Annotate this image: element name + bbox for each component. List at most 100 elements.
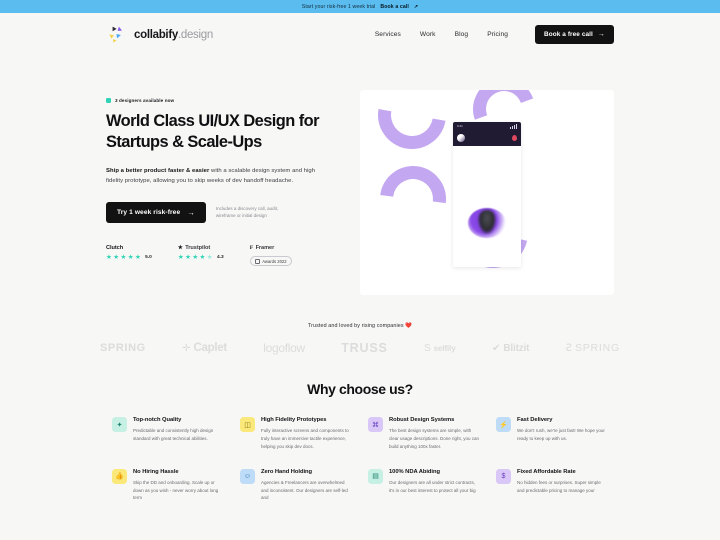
client-logo-spring-2: Ꙅ SPRING [566,342,620,354]
rating-clutch-name: Clutch [106,244,124,251]
rating-framer-label: Framer [255,244,275,251]
feature-card: ✦ Top-notch Quality Predictable and cons… [112,417,224,451]
framer-icon: F [249,244,254,251]
rating-clutch-stars: ★ ★ ★ ★ ★ 5.0 [106,253,152,261]
features-grid: ✦ Top-notch Quality Predictable and cons… [0,417,720,502]
star-icon: ★ [185,253,191,261]
hero-cta-label: Try 1 week risk-free [117,208,181,216]
feature-body: We don't rush, we're just fast! We hope … [517,428,605,442]
client-logo-blitzit-label: Blitzit [503,342,530,354]
main-navigation: Services Work Blog Pricing Book a free c… [375,25,614,44]
star-half-icon: ★ [206,253,213,261]
award-icon [254,258,260,264]
client-logo-truss: TRUSS [341,341,388,355]
feature-body: The best design systems are simple, with… [389,428,480,449]
client-logos-row: SPRING ✛ Caplet logoflow TRUSS S selfily… [0,341,720,355]
availability-badge-label: 3 designers available now [115,98,175,103]
phone-mockup: 9:41 [453,122,521,267]
trusted-by-caption: Trusted and loved by rising companies ❤️ [307,323,413,329]
why-choose-us-title: Why choose us? [307,381,413,397]
feature-body: Predictable and consistently high design… [133,428,214,442]
feature-title: 100% NDA Abiding [389,468,440,475]
hero-title: World Class UI/UX Design for Startups & … [106,112,319,152]
brand-logo[interactable]: collabify.design [106,24,213,46]
selfily-glyph-icon: S [423,342,431,354]
client-logo-selfily-label: selfily [433,343,456,353]
feature-body: Our designers are all under strict contr… [389,479,476,493]
figure-silhouette-graphic [478,210,496,234]
phone-header: 9:41 [453,122,521,146]
rating-trustpilot-stars: ★ ★ ★ ★ ★ 4.3 [177,253,224,261]
rating-trustpilot-label: Trustpilot [185,244,211,251]
nav-item-pricing[interactable]: Pricing [487,31,508,38]
lightning-bolt-icon: ⚡ [496,417,511,432]
phone-status-bar: 9:41 [453,122,521,130]
brand-name: collabify.design [134,29,213,41]
book-a-free-call-label: Book a free call [544,31,593,38]
phone-signal-icon [510,123,517,129]
hero-visual: 9:41 [360,90,614,295]
feature-card: ⌘ Robust Design Systems The best design … [368,417,480,451]
nav-item-services[interactable]: Services [375,31,401,38]
feature-body: No hidden fees or surprises. Super simpl… [517,479,601,493]
framer-award-badge: Awards 2022 [249,256,292,266]
blitzit-check-icon: ✔ [492,342,501,354]
try-1-week-risk-free-button[interactable]: Try 1 week risk-free → [106,201,206,223]
thumbs-up-icon: 👍 [112,468,127,484]
arrow-right-icon: → [187,207,195,217]
feature-card: ◫ High Fidelity Prototypes Fully interac… [240,417,352,451]
rating-clutch[interactable]: Clutch ★ ★ ★ ★ ★ 5.0 [106,245,152,261]
nav-item-blog[interactable]: Blog [455,31,469,38]
location-pin-icon [512,135,517,141]
feature-card: ⚡ Fast Delivery We don't rush, we're jus… [496,417,608,451]
client-logo-caplet: ✛ Caplet [182,342,227,354]
document-icon: ▤ [368,468,383,484]
book-a-free-call-button[interactable]: Book a free call → [535,25,614,44]
feature-title: Fixed Affordable Rate [517,468,576,475]
smiley-face-icon: ☺ [240,468,255,484]
client-logo-logoflow: logoflow [263,341,305,355]
star-icon: ★ [177,253,184,261]
announcement-book-a-call-link[interactable]: Book a call [380,4,409,10]
star-icon: ★ [192,253,199,261]
feature-title: Top-notch Quality [133,417,182,423]
phone-clock: 9:41 [457,124,463,128]
component-icon: ◫ [240,417,255,432]
feature-card: ☺ Zero Hand Holding Agencies & Freelance… [240,468,352,503]
hero-cta-row: Try 1 week risk-free → Includes a discov… [106,201,338,223]
client-logo-caplet-label: Caplet [193,342,228,354]
hero-subtitle: Ship a better product faster & easier wi… [106,167,324,187]
nav-item-work[interactable]: Work [420,31,436,38]
hero-cta-note: Includes a discovery call, audit, wirefr… [215,205,279,218]
star-icon: ★ [120,253,127,261]
feature-card: 👍 No Hiring Hassle Skip the DD and onboa… [112,468,224,503]
feature-title: Fast Delivery [517,417,553,423]
availability-badge: 3 designers available now [106,98,174,103]
spring-glyph-icon: Ꙅ [565,342,572,354]
rating-framer[interactable]: F Framer Awards 2022 [249,244,292,269]
client-logo-blitzit: ✔ Blitzit [492,343,529,354]
decorative-squiggle-icon [364,90,460,163]
rating-trustpilot[interactable]: ★ Trustpilot ★ ★ ★ ★ ★ 4.3 [178,245,224,261]
star-icon: ★ [113,253,119,261]
feature-card: ▤ 100% NDA Abiding Our designers are all… [368,468,480,503]
feature-title: No Hiring Hassle [133,468,179,475]
grid-system-icon: ⌘ [368,417,383,432]
availability-dot-icon [106,98,111,103]
dollar-sign-icon: $ [496,468,511,484]
client-logo-spring-2-label: SPRING [574,342,620,354]
star-icon: ★ [199,253,206,261]
client-logo-spring: SPRING [100,342,146,354]
star-icon: ★ [127,253,134,261]
feature-body: Agencies & Freelancers are overwhelmed a… [261,479,348,501]
phone-app-bar [453,130,521,146]
avatar [457,134,465,142]
rating-trustpilot-name: ★ Trustpilot [178,245,224,251]
star-icon: ★ [134,253,141,261]
sparkle-icon: ✦ [112,417,127,432]
feature-title: Zero Hand Holding [261,468,312,475]
caplet-glyph-icon: ✛ [182,342,191,354]
trustpilot-star-icon: ★ [177,244,183,251]
star-icon: ★ [106,253,112,261]
collabify-logo-icon [106,24,128,46]
